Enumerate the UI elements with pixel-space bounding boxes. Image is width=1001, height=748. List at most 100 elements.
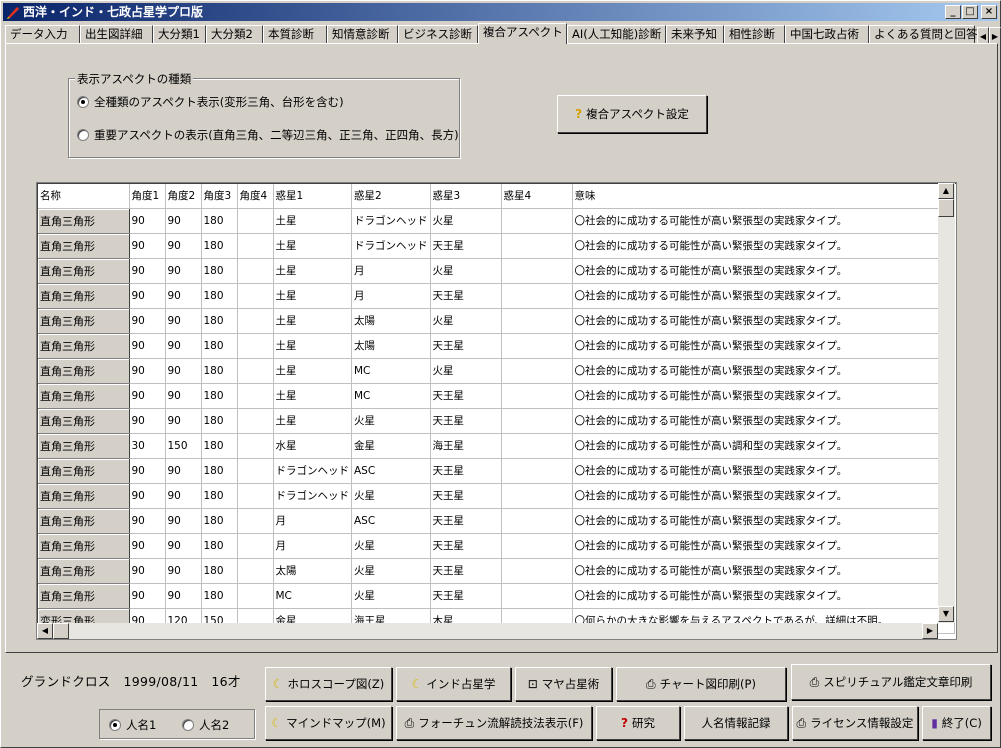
table-cell[interactable]: 土星: [273, 408, 352, 434]
table-cell[interactable]: 180: [201, 458, 238, 484]
table-cell[interactable]: 土星: [273, 333, 352, 359]
table-cell[interactable]: 火星: [351, 408, 431, 434]
table-cell[interactable]: 180: [201, 408, 238, 434]
table-cell[interactable]: 太陽: [351, 333, 431, 359]
table-cell[interactable]: 〇社会的に成功する可能性が高い緊張型の実践家タイプ。: [572, 233, 955, 259]
maximize-button[interactable]: □: [962, 5, 978, 19]
table-cell[interactable]: [501, 383, 573, 409]
table-cell[interactable]: 火星: [351, 533, 431, 559]
row-name-cell[interactable]: 直角三角形: [38, 283, 130, 309]
table-cell[interactable]: 180: [201, 383, 238, 409]
table-cell[interactable]: 〇社会的に成功する可能性が高い緊張型の実践家タイプ。: [572, 283, 955, 309]
table-cell[interactable]: 180: [201, 533, 238, 559]
table-cell[interactable]: 90: [165, 458, 202, 484]
grid-horizontal-scrollbar[interactable]: ◀ ▶: [37, 623, 938, 639]
table-cell[interactable]: [237, 258, 274, 284]
table-cell[interactable]: [237, 283, 274, 309]
table-cell[interactable]: 〇社会的に成功する可能性が高い緊張型の実践家タイプ。: [572, 258, 955, 284]
table-cell[interactable]: 90: [165, 258, 202, 284]
table-cell[interactable]: [501, 283, 573, 309]
table-cell[interactable]: 太陽: [351, 308, 431, 334]
radio-person2[interactable]: 人名2: [182, 718, 229, 732]
person-info-button[interactable]: 人名情報記録: [684, 706, 788, 740]
table-cell[interactable]: 〇社会的に成功する可能性が高い緊張型の実践家タイプ。: [572, 583, 955, 609]
table-cell[interactable]: ドラゴンヘッド: [273, 483, 352, 509]
table-row[interactable]: 直角三角形 90 90 180 月 ASC 天王星 〇社会的に成功する可能性が高い緊張型の実践…: [38, 508, 955, 534]
table-cell[interactable]: 180: [201, 358, 238, 384]
row-name-cell[interactable]: 直角三角形: [38, 208, 130, 234]
table-cell[interactable]: 180: [201, 308, 238, 334]
table-cell[interactable]: [237, 308, 274, 334]
table-cell[interactable]: 天王星: [430, 333, 502, 359]
table-cell[interactable]: 180: [201, 558, 238, 584]
table-cell[interactable]: 90: [129, 258, 166, 284]
row-name-cell[interactable]: 直角三角形: [38, 533, 130, 559]
column-header[interactable]: 角度2: [165, 184, 202, 209]
table-cell[interactable]: 90: [165, 358, 202, 384]
chart-print-button[interactable]: ⎙ チャート図印刷(P): [616, 667, 786, 701]
column-header[interactable]: 惑星1: [273, 184, 352, 209]
table-cell[interactable]: 天王星: [430, 283, 502, 309]
aspect-grid[interactable]: 名称 角度1 角度2 角度3 角度4 惑星1 惑星2 惑星3 惑星4 意味 直角三角形 90 90 180…: [36, 182, 957, 640]
table-row[interactable]: 直角三角形 90 90 180 MC 火星 天王星 〇社会的に成功する可能性が高い緊張型の実践…: [38, 583, 955, 609]
table-cell[interactable]: ドラゴンヘッド: [351, 208, 431, 234]
column-header[interactable]: 惑星4: [501, 184, 573, 209]
table-cell[interactable]: 90: [129, 383, 166, 409]
table-cell[interactable]: MC: [351, 358, 431, 384]
row-name-cell[interactable]: 直角三角形: [38, 308, 130, 334]
table-cell[interactable]: 火星: [430, 308, 502, 334]
mindmap-button[interactable]: ☾ マインドマップ(M): [265, 706, 392, 740]
table-cell[interactable]: 〇社会的に成功する可能性が高い調和型の実践家タイプ。: [572, 433, 955, 459]
table-cell[interactable]: 90: [165, 233, 202, 259]
table-cell[interactable]: 〇社会的に成功する可能性が高い緊張型の実践家タイプ。: [572, 383, 955, 409]
row-name-cell[interactable]: 直角三角形: [38, 458, 130, 484]
table-cell[interactable]: 180: [201, 433, 238, 459]
table-cell[interactable]: 天王星: [430, 558, 502, 584]
table-cell[interactable]: 180: [201, 208, 238, 234]
table-cell[interactable]: 90: [165, 558, 202, 584]
table-cell[interactable]: 太陽: [273, 558, 352, 584]
table-cell[interactable]: 180: [201, 283, 238, 309]
tab-business[interactable]: ビジネス診断: [398, 25, 478, 43]
table-row[interactable]: 直角三角形 90 90 180 ドラゴンヘッド 火星 天王星 〇社会的に成功する可能性が高い緊…: [38, 483, 955, 509]
table-cell[interactable]: 〇社会的に成功する可能性が高い緊張型の実践家タイプ。: [572, 408, 955, 434]
table-cell[interactable]: [237, 458, 274, 484]
table-cell[interactable]: MC: [273, 583, 352, 609]
indian-astrology-button[interactable]: ☾ インド占星学: [396, 667, 511, 701]
table-cell[interactable]: [237, 558, 274, 584]
table-cell[interactable]: 天王星: [430, 533, 502, 559]
table-cell[interactable]: 月: [351, 258, 431, 284]
table-cell[interactable]: 火星: [351, 583, 431, 609]
column-header[interactable]: 惑星3: [430, 184, 502, 209]
tab-composite-aspect[interactable]: 複合アスペクト: [478, 23, 567, 44]
row-name-cell[interactable]: 直角三角形: [38, 258, 130, 284]
row-name-cell[interactable]: 直角三角形: [38, 233, 130, 259]
radio-all-aspects[interactable]: 全種類のアスペクト表示(変形三角、台形を含む): [77, 95, 344, 109]
table-cell[interactable]: 90: [129, 558, 166, 584]
table-cell[interactable]: ASC: [351, 458, 431, 484]
grid-vertical-scrollbar[interactable]: ▲ ▼: [938, 183, 955, 623]
table-cell[interactable]: [501, 308, 573, 334]
horoscope-button[interactable]: ☾ ホロスコープ図(Z): [265, 667, 392, 701]
table-cell[interactable]: 〇社会的に成功する可能性が高い緊張型の実践家タイプ。: [572, 358, 955, 384]
fortune-technique-button[interactable]: ⎙ フォーチュン流解読技法表示(F): [396, 706, 592, 740]
table-row[interactable]: 直角三角形 90 90 180 土星 太陽 天王星 〇社会的に成功する可能性が高い緊張型の実践…: [38, 333, 955, 359]
row-name-cell[interactable]: 直角三角形: [38, 383, 130, 409]
table-cell[interactable]: [501, 333, 573, 359]
column-header[interactable]: 惑星2: [351, 184, 431, 209]
table-cell[interactable]: [237, 233, 274, 259]
row-name-cell[interactable]: 直角三角形: [38, 508, 130, 534]
table-cell[interactable]: [501, 458, 573, 484]
table-cell[interactable]: 90: [165, 483, 202, 509]
table-cell[interactable]: 天王星: [430, 583, 502, 609]
table-cell[interactable]: 90: [129, 483, 166, 509]
table-cell[interactable]: [501, 233, 573, 259]
table-cell[interactable]: 90: [129, 333, 166, 359]
spiritual-print-button[interactable]: ⎙ スピリチュアル鑑定文章印刷: [791, 664, 991, 700]
tab-category1[interactable]: 大分類1: [153, 25, 206, 43]
table-cell[interactable]: 火星: [351, 558, 431, 584]
table-row[interactable]: 直角三角形 30 150 180 水星 金星 海王星 〇社会的に成功する可能性が高い調和型の実…: [38, 433, 955, 459]
table-cell[interactable]: 180: [201, 483, 238, 509]
table-cell[interactable]: 〇社会的に成功する可能性が高い緊張型の実践家タイプ。: [572, 533, 955, 559]
tab-future[interactable]: 未来予知: [666, 25, 724, 43]
